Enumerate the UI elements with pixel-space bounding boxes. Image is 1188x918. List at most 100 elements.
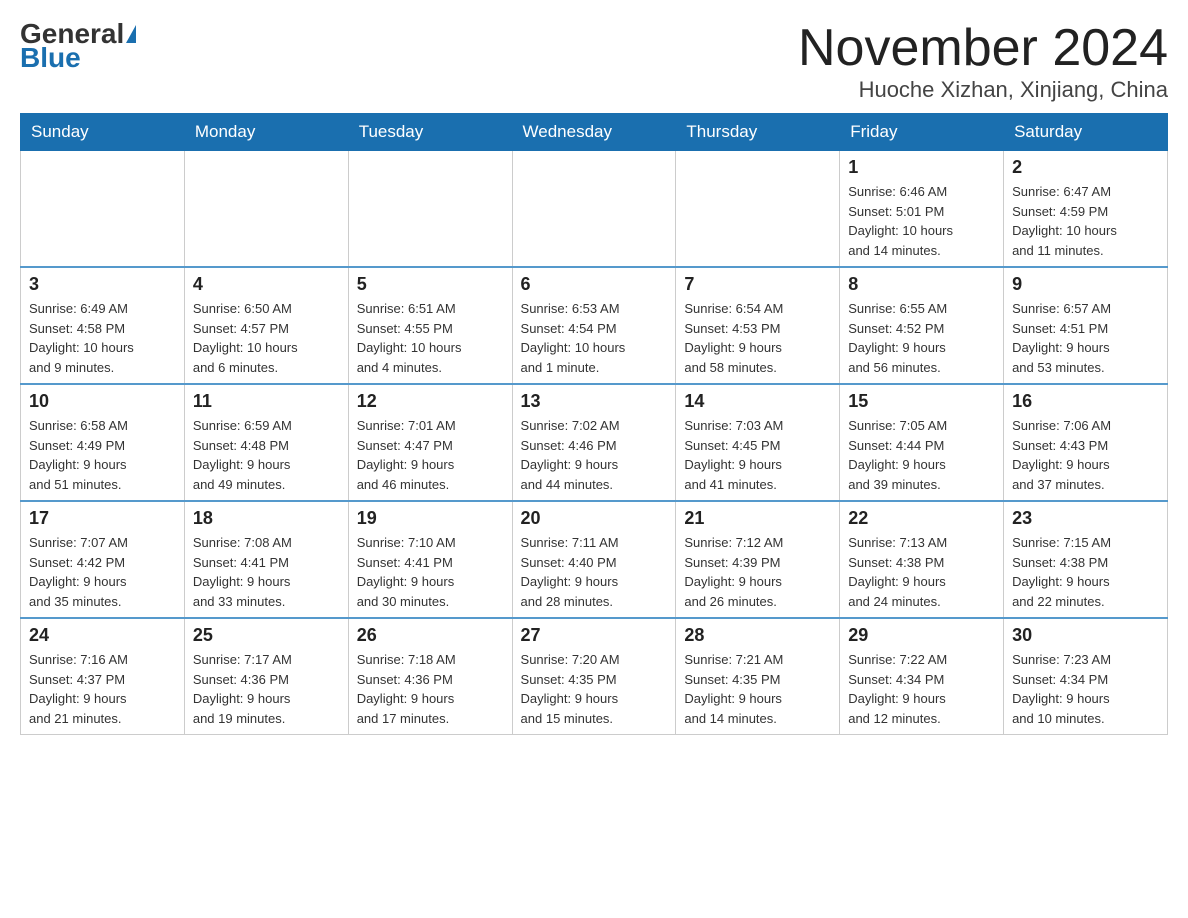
calendar-day-cell: 5 Sunrise: 6:51 AMSunset: 4:55 PMDaylight… [348,267,512,384]
title-section: November 2024 Huoche Xizhan, Xinjiang, C… [798,20,1168,103]
day-info: Sunrise: 7:13 AMSunset: 4:38 PMDaylight:… [848,533,995,611]
calendar-week-row: 17 Sunrise: 7:07 AMSunset: 4:42 PMDayligh… [21,501,1168,618]
day-info: Sunrise: 7:05 AMSunset: 4:44 PMDaylight:… [848,416,995,494]
calendar-week-row: 24 Sunrise: 7:16 AMSunset: 4:37 PMDayligh… [21,618,1168,735]
day-number: 18 [193,508,340,529]
day-number: 1 [848,157,995,178]
day-info: Sunrise: 7:17 AMSunset: 4:36 PMDaylight:… [193,650,340,728]
calendar-day-cell: 2 Sunrise: 6:47 AMSunset: 4:59 PMDaylight… [1004,151,1168,268]
calendar-day-cell: 30Sunrise: 7:23 AMSunset: 4:34 PMDayligh… [1004,618,1168,735]
logo-triangle-icon [126,25,136,43]
day-number: 21 [684,508,831,529]
day-info: Sunrise: 6:50 AMSunset: 4:57 PMDaylight:… [193,299,340,377]
day-number: 29 [848,625,995,646]
day-number: 8 [848,274,995,295]
day-number: 10 [29,391,176,412]
day-number: 15 [848,391,995,412]
day-info: Sunrise: 6:51 AMSunset: 4:55 PMDaylight:… [357,299,504,377]
weekday-header-sunday: Sunday [21,114,185,151]
day-number: 17 [29,508,176,529]
calendar-day-cell: 18 Sunrise: 7:08 AMSunset: 4:41 PMDayligh… [184,501,348,618]
day-number: 24 [29,625,176,646]
day-info: Sunrise: 7:18 AMSunset: 4:36 PMDaylight:… [357,650,504,728]
calendar-day-cell: 22 Sunrise: 7:13 AMSunset: 4:38 PMDayligh… [840,501,1004,618]
logo-blue-text: Blue [20,44,81,72]
calendar-day-cell: 20 Sunrise: 7:11 AMSunset: 4:40 PMDayligh… [512,501,676,618]
day-number: 9 [1012,274,1159,295]
calendar-day-cell: 26 Sunrise: 7:18 AMSunset: 4:36 PMDayligh… [348,618,512,735]
calendar-day-cell: 25 Sunrise: 7:17 AMSunset: 4:36 PMDayligh… [184,618,348,735]
location-text: Huoche Xizhan, Xinjiang, China [798,77,1168,103]
calendar-day-cell: 6Sunrise: 6:53 AMSunset: 4:54 PMDaylight… [512,267,676,384]
calendar-week-row: 3Sunrise: 6:49 AMSunset: 4:58 PMDaylight… [21,267,1168,384]
calendar-week-row: 1 Sunrise: 6:46 AMSunset: 5:01 PMDaylight… [21,151,1168,268]
day-info: Sunrise: 7:06 AMSunset: 4:43 PMDaylight:… [1012,416,1159,494]
weekday-header-thursday: Thursday [676,114,840,151]
calendar-day-cell: 10 Sunrise: 6:58 AMSunset: 4:49 PMDayligh… [21,384,185,501]
day-number: 23 [1012,508,1159,529]
day-info: Sunrise: 6:58 AMSunset: 4:49 PMDaylight:… [29,416,176,494]
weekday-header-monday: Monday [184,114,348,151]
day-number: 2 [1012,157,1159,178]
day-number: 22 [848,508,995,529]
day-number: 16 [1012,391,1159,412]
day-number: 6 [521,274,668,295]
calendar-day-cell: 21 Sunrise: 7:12 AMSunset: 4:39 PMDayligh… [676,501,840,618]
calendar-day-cell: 28 Sunrise: 7:21 AMSunset: 4:35 PMDayligh… [676,618,840,735]
calendar-day-cell: 3Sunrise: 6:49 AMSunset: 4:58 PMDaylight… [21,267,185,384]
day-info: Sunrise: 7:21 AMSunset: 4:35 PMDaylight:… [684,650,831,728]
calendar-day-cell: 16 Sunrise: 7:06 AMSunset: 4:43 PMDayligh… [1004,384,1168,501]
calendar-day-cell: 7 Sunrise: 6:54 AMSunset: 4:53 PMDaylight… [676,267,840,384]
calendar-day-cell [676,151,840,268]
calendar-day-cell: 9Sunrise: 6:57 AMSunset: 4:51 PMDaylight… [1004,267,1168,384]
day-info: Sunrise: 7:02 AMSunset: 4:46 PMDaylight:… [521,416,668,494]
weekday-header-row: SundayMondayTuesdayWednesdayThursdayFrid… [21,114,1168,151]
weekday-header-friday: Friday [840,114,1004,151]
day-info: Sunrise: 6:59 AMSunset: 4:48 PMDaylight:… [193,416,340,494]
day-number: 20 [521,508,668,529]
day-number: 11 [193,391,340,412]
page-header: General Blue November 2024 Huoche Xizhan… [20,20,1168,103]
day-info: Sunrise: 6:47 AMSunset: 4:59 PMDaylight:… [1012,182,1159,260]
calendar-day-cell: 11 Sunrise: 6:59 AMSunset: 4:48 PMDayligh… [184,384,348,501]
day-info: Sunrise: 7:22 AMSunset: 4:34 PMDaylight:… [848,650,995,728]
calendar-day-cell [512,151,676,268]
weekday-header-tuesday: Tuesday [348,114,512,151]
calendar-day-cell: 27Sunrise: 7:20 AMSunset: 4:35 PMDayligh… [512,618,676,735]
calendar-day-cell: 29 Sunrise: 7:22 AMSunset: 4:34 PMDayligh… [840,618,1004,735]
day-info: Sunrise: 6:49 AMSunset: 4:58 PMDaylight:… [29,299,176,377]
day-info: Sunrise: 7:15 AMSunset: 4:38 PMDaylight:… [1012,533,1159,611]
day-info: Sunrise: 7:07 AMSunset: 4:42 PMDaylight:… [29,533,176,611]
weekday-header-saturday: Saturday [1004,114,1168,151]
logo: General Blue [20,20,136,72]
calendar-day-cell: 19Sunrise: 7:10 AMSunset: 4:41 PMDayligh… [348,501,512,618]
day-number: 19 [357,508,504,529]
day-number: 4 [193,274,340,295]
day-info: Sunrise: 6:54 AMSunset: 4:53 PMDaylight:… [684,299,831,377]
calendar-day-cell: 23 Sunrise: 7:15 AMSunset: 4:38 PMDayligh… [1004,501,1168,618]
calendar-day-cell: 17 Sunrise: 7:07 AMSunset: 4:42 PMDayligh… [21,501,185,618]
day-info: Sunrise: 7:12 AMSunset: 4:39 PMDaylight:… [684,533,831,611]
calendar-week-row: 10 Sunrise: 6:58 AMSunset: 4:49 PMDayligh… [21,384,1168,501]
day-info: Sunrise: 7:11 AMSunset: 4:40 PMDaylight:… [521,533,668,611]
day-info: Sunrise: 7:16 AMSunset: 4:37 PMDaylight:… [29,650,176,728]
day-number: 25 [193,625,340,646]
calendar-table: SundayMondayTuesdayWednesdayThursdayFrid… [20,113,1168,735]
calendar-day-cell: 14 Sunrise: 7:03 AMSunset: 4:45 PMDayligh… [676,384,840,501]
day-number: 26 [357,625,504,646]
day-number: 14 [684,391,831,412]
calendar-day-cell: 24 Sunrise: 7:16 AMSunset: 4:37 PMDayligh… [21,618,185,735]
day-number: 5 [357,274,504,295]
calendar-day-cell [348,151,512,268]
day-number: 7 [684,274,831,295]
day-info: Sunrise: 6:46 AMSunset: 5:01 PMDaylight:… [848,182,995,260]
calendar-day-cell: 1 Sunrise: 6:46 AMSunset: 5:01 PMDaylight… [840,151,1004,268]
calendar-day-cell: 15 Sunrise: 7:05 AMSunset: 4:44 PMDayligh… [840,384,1004,501]
calendar-day-cell [184,151,348,268]
day-info: Sunrise: 7:03 AMSunset: 4:45 PMDaylight:… [684,416,831,494]
day-info: Sunrise: 7:20 AMSunset: 4:35 PMDaylight:… [521,650,668,728]
calendar-day-cell: 8Sunrise: 6:55 AMSunset: 4:52 PMDaylight… [840,267,1004,384]
day-info: Sunrise: 7:23 AMSunset: 4:34 PMDaylight:… [1012,650,1159,728]
day-info: Sunrise: 7:08 AMSunset: 4:41 PMDaylight:… [193,533,340,611]
day-number: 28 [684,625,831,646]
